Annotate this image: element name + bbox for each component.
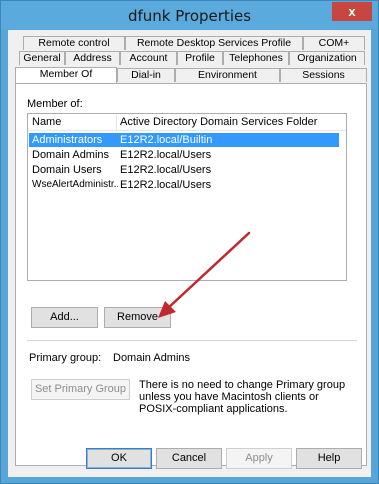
- tab-dial-in[interactable]: Dial-in: [117, 68, 175, 82]
- add-button[interactable]: Add...: [31, 307, 98, 328]
- tab-account[interactable]: Account: [120, 51, 177, 65]
- row-folder: E12R2.local/Users: [120, 149, 212, 161]
- dialog-client-area: Remote control Remote Desktop Services P…: [8, 30, 371, 477]
- column-header-name[interactable]: Name: [32, 116, 61, 128]
- remove-button[interactable]: Remove: [104, 307, 171, 328]
- tab-sessions[interactable]: Sessions: [280, 68, 367, 82]
- table-row[interactable]: WseAlertAdministr... E12R2.local/Users: [29, 178, 339, 192]
- tab-member-of[interactable]: Member Of: [15, 67, 117, 83]
- table-row[interactable]: Domain Users E12R2.local/Users: [29, 163, 339, 177]
- tab-telephones[interactable]: Telephones: [223, 51, 289, 65]
- window-title: dfunk Properties: [127, 7, 252, 25]
- row-name: WseAlertAdministr...: [32, 179, 118, 190]
- tab-remote-control[interactable]: Remote control: [23, 36, 125, 50]
- tab-organization[interactable]: Organization: [289, 51, 365, 65]
- primary-group-note: There is no need to change Primary group…: [139, 379, 346, 415]
- row-name: Domain Users: [32, 164, 102, 176]
- tab-remote-desktop-services-profile[interactable]: Remote Desktop Services Profile: [125, 36, 303, 50]
- member-of-panel: Member of: Name Active Directory Domain …: [15, 83, 367, 466]
- apply-button[interactable]: Apply: [226, 448, 292, 469]
- primary-group-value: Domain Admins: [113, 352, 191, 364]
- tab-general[interactable]: General: [19, 51, 65, 65]
- set-primary-group-button[interactable]: Set Primary Group: [31, 379, 130, 400]
- close-icon: x: [348, 4, 356, 19]
- close-button[interactable]: x: [332, 2, 372, 21]
- tab-profile[interactable]: Profile: [177, 51, 223, 65]
- primary-group-label: Primary group:: [29, 352, 102, 364]
- table-row[interactable]: Administrators E12R2.local/Builtin: [29, 133, 339, 147]
- cancel-button[interactable]: Cancel: [156, 448, 222, 469]
- column-header-folder[interactable]: Active Directory Domain Services Folder: [120, 116, 317, 128]
- row-name: Domain Admins: [32, 149, 110, 161]
- column-divider[interactable]: [116, 114, 117, 131]
- tab-com-plus[interactable]: COM+: [303, 36, 365, 50]
- table-row[interactable]: Domain Admins E12R2.local/Users: [29, 148, 339, 162]
- row-name: Administrators: [32, 134, 103, 146]
- member-of-list[interactable]: Name Active Directory Domain Services Fo…: [27, 113, 347, 281]
- section-divider: [27, 340, 357, 341]
- row-folder: E12R2.local/Users: [120, 179, 212, 191]
- title-bar[interactable]: dfunk Properties x: [1, 1, 378, 29]
- ok-button[interactable]: OK: [86, 448, 152, 469]
- tab-address[interactable]: Address: [65, 51, 120, 65]
- row-folder: E12R2.local/Builtin: [120, 134, 213, 146]
- member-of-label: Member of:: [27, 98, 83, 110]
- list-header: Name Active Directory Domain Services Fo…: [28, 114, 346, 131]
- row-folder: E12R2.local/Users: [120, 164, 212, 176]
- help-button[interactable]: Help: [296, 448, 362, 469]
- tab-environment[interactable]: Environment: [175, 68, 280, 82]
- properties-window: dfunk Properties x Remote control Remote…: [0, 0, 379, 484]
